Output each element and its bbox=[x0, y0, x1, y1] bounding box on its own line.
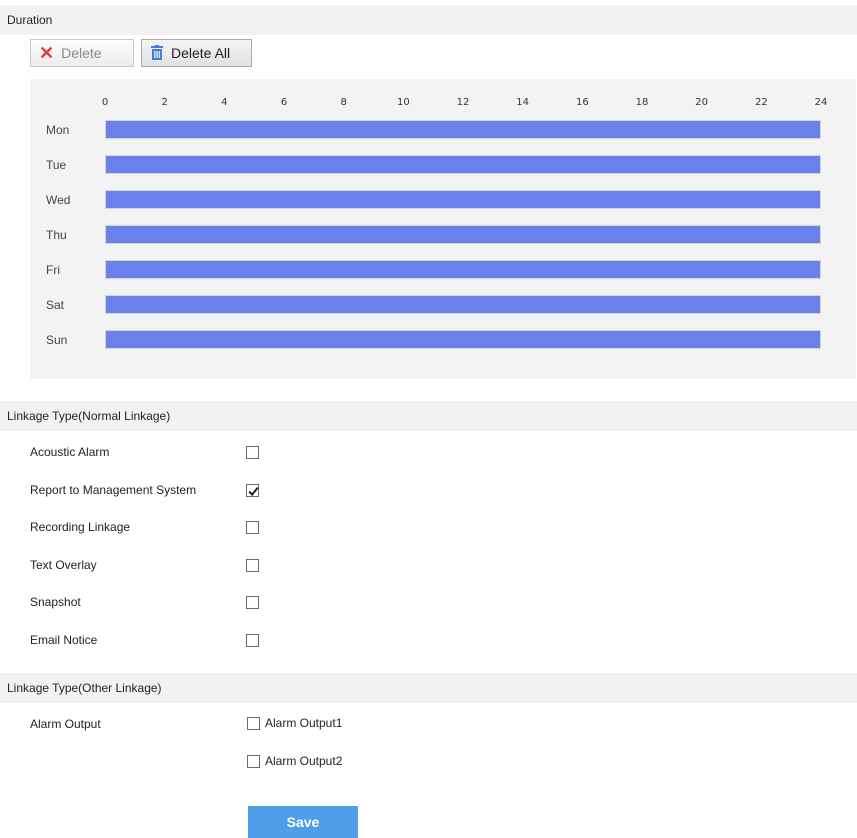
hour-tick-label: 12 bbox=[456, 97, 470, 108]
alarm-output-option-label: Alarm Output2 bbox=[265, 754, 343, 768]
linkage-option-label: Report to Management System bbox=[30, 482, 197, 497]
linkage-option-checkbox[interactable] bbox=[246, 446, 259, 459]
scheduled-range-bar[interactable] bbox=[106, 226, 820, 243]
hour-tick-label: 22 bbox=[754, 97, 768, 108]
hour-tick-label: 16 bbox=[575, 97, 589, 108]
hour-tick-label: 24 bbox=[814, 97, 828, 108]
delete-all-button-label: Delete All bbox=[171, 45, 231, 61]
day-timeline[interactable] bbox=[105, 330, 821, 349]
day-label: Fri bbox=[46, 263, 60, 277]
hour-tick-label: 6 bbox=[280, 97, 288, 108]
day-timeline[interactable] bbox=[105, 190, 821, 209]
day-label: Thu bbox=[46, 228, 67, 242]
day-timeline[interactable] bbox=[105, 120, 821, 139]
linkage-option-label: Email Notice bbox=[30, 632, 98, 647]
other-linkage-header: Linkage Type(Other Linkage) bbox=[0, 673, 857, 703]
day-timeline[interactable] bbox=[105, 225, 821, 244]
linkage-option-checkbox[interactable] bbox=[246, 483, 259, 497]
duration-header: Duration bbox=[0, 5, 857, 35]
linkage-option-label: Recording Linkage bbox=[30, 520, 131, 534]
day-timeline[interactable] bbox=[105, 295, 821, 314]
delete-all-button[interactable]: Delete All bbox=[141, 39, 252, 67]
day-timeline[interactable] bbox=[105, 260, 821, 279]
alarm-output-checkbox[interactable] bbox=[247, 755, 260, 768]
hour-tick-label: 0 bbox=[101, 97, 109, 108]
scheduled-range-bar[interactable] bbox=[106, 191, 820, 208]
scheduled-range-bar[interactable] bbox=[106, 331, 820, 348]
hour-tick-label: 20 bbox=[695, 97, 709, 108]
hour-tick-label: 8 bbox=[340, 97, 347, 108]
alarm-output-option-label: Alarm Output1 bbox=[265, 716, 343, 730]
day-label: Sat bbox=[46, 298, 65, 312]
hour-tick-label: 14 bbox=[516, 97, 530, 108]
linkage-option-label: Acoustic Alarm bbox=[30, 445, 110, 459]
save-button[interactable]: Save bbox=[248, 806, 358, 838]
hour-tick-label: 2 bbox=[161, 97, 168, 108]
normal-linkage-header: Linkage Type(Normal Linkage) bbox=[0, 401, 857, 431]
alarm-output-label: Alarm Output bbox=[30, 717, 101, 731]
day-timeline[interactable] bbox=[105, 155, 821, 174]
hour-tick-label: 18 bbox=[635, 97, 649, 108]
day-label: Tue bbox=[46, 158, 67, 172]
delete-button-label: Delete bbox=[61, 45, 102, 61]
scheduled-range-bar[interactable] bbox=[106, 121, 820, 138]
linkage-option-label: Text Overlay bbox=[30, 557, 97, 572]
linkage-option-checkbox[interactable] bbox=[246, 633, 259, 647]
linkage-option-label: Snapshot bbox=[30, 595, 81, 609]
linkage-option-checkbox[interactable] bbox=[246, 521, 259, 534]
scheduled-range-bar[interactable] bbox=[106, 156, 820, 173]
day-label: Sun bbox=[46, 333, 68, 347]
linkage-option-checkbox[interactable] bbox=[246, 596, 259, 609]
day-label: Wed bbox=[46, 193, 71, 207]
day-label: Mon bbox=[46, 123, 70, 137]
trash-icon bbox=[150, 45, 164, 61]
schedule-grid[interactable]: 0 2 4 6 8 10 12 14 16 18 20 22 24 Mon Tue Wed Thu Fri Sat… bbox=[30, 79, 856, 379]
scheduled-range-bar[interactable] bbox=[106, 261, 820, 278]
hour-tick-label: 4 bbox=[221, 97, 228, 108]
delete-button[interactable]: ✕ Delete bbox=[30, 39, 134, 67]
close-icon: ✕ bbox=[39, 43, 55, 63]
hour-tick-label: 10 bbox=[396, 97, 410, 108]
linkage-option-checkbox[interactable] bbox=[246, 558, 259, 572]
alarm-output-checkbox[interactable] bbox=[247, 717, 260, 730]
scheduled-range-bar[interactable] bbox=[106, 296, 820, 313]
